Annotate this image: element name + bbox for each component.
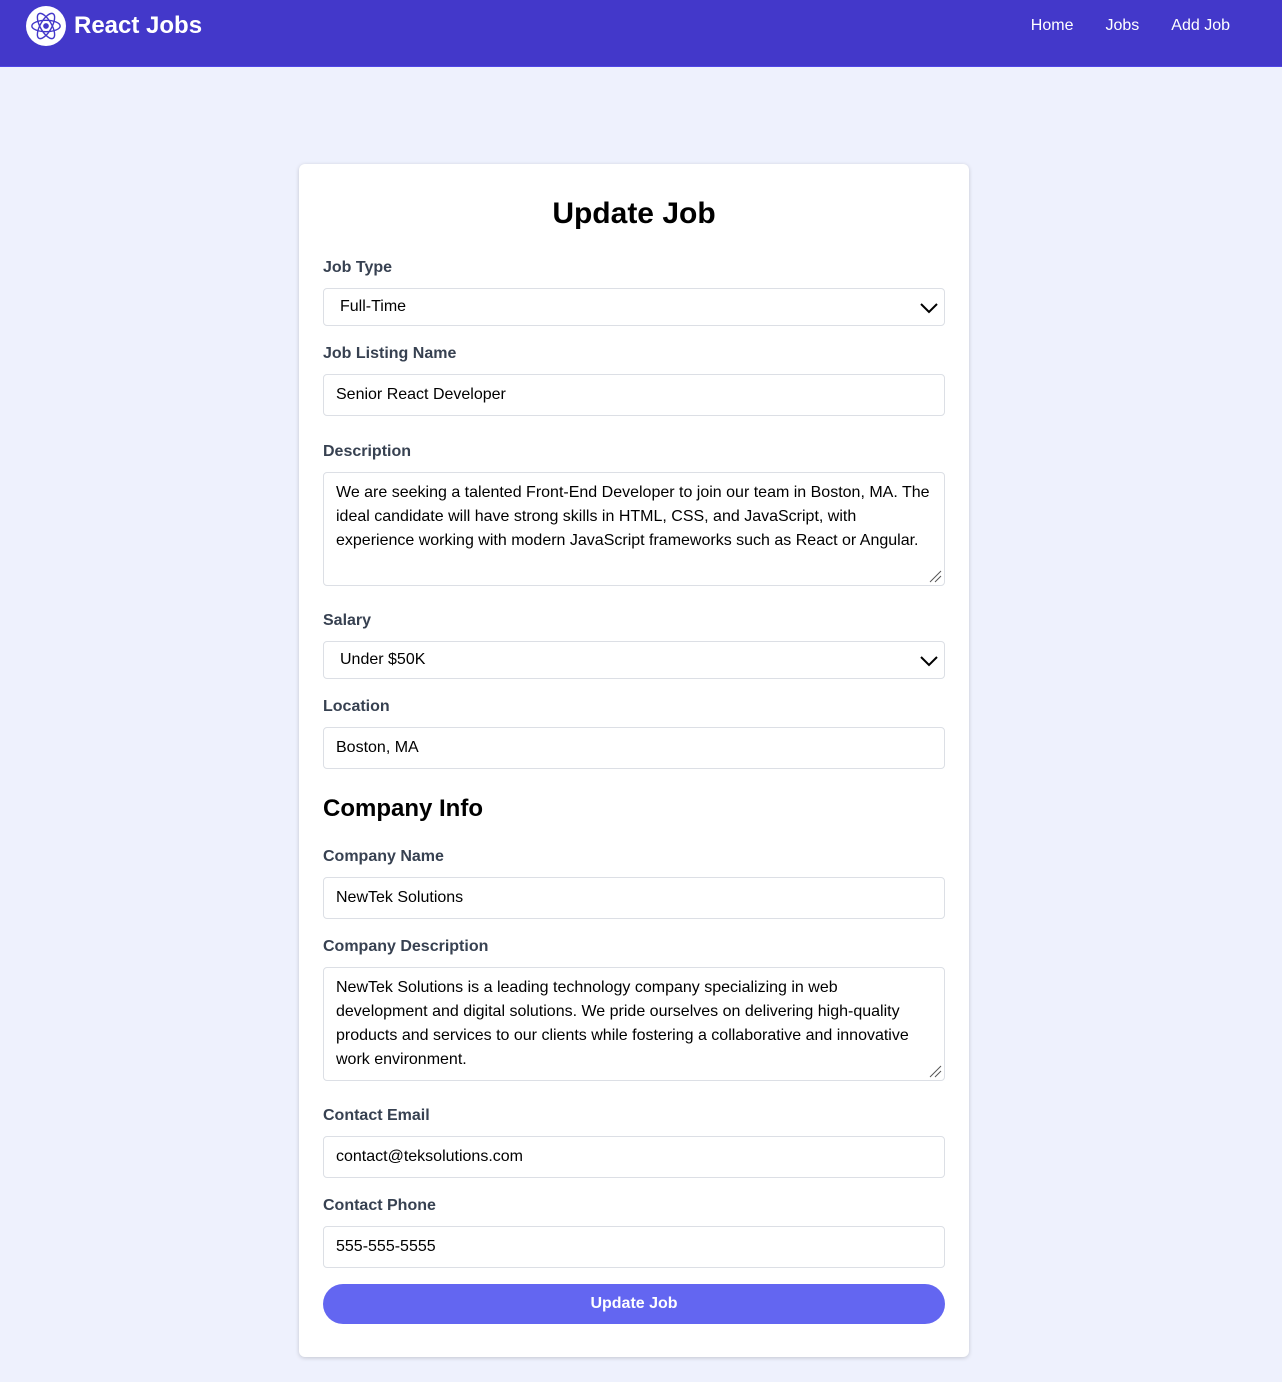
update-job-button[interactable]: Update Job bbox=[323, 1284, 945, 1324]
brand-name: React Jobs bbox=[74, 12, 203, 39]
salary-label: Salary bbox=[323, 612, 372, 629]
company-info-heading: Company Info bbox=[323, 795, 483, 822]
react-logo-icon bbox=[26, 6, 66, 46]
listing-name-input[interactable]: Senior React Developer bbox=[323, 374, 945, 416]
location-label: Location bbox=[323, 698, 390, 715]
chevron-down-icon bbox=[920, 303, 938, 314]
company-name-label: Company Name bbox=[323, 848, 444, 865]
description-textarea[interactable]: We are seeking a talented Front-End Deve… bbox=[323, 472, 945, 586]
resize-handle-icon[interactable] bbox=[928, 569, 942, 583]
contact-phone-input[interactable]: 555-555-5555 bbox=[323, 1226, 945, 1268]
job-type-label: Job Type bbox=[323, 259, 393, 276]
description-label: Description bbox=[323, 443, 412, 460]
navbar: React Jobs Home Jobs Add Job bbox=[0, 0, 1282, 67]
resize-handle-icon[interactable] bbox=[928, 1064, 942, 1078]
contact-email-label: Contact Email bbox=[323, 1107, 430, 1124]
nav-link-home[interactable]: Home bbox=[1015, 14, 1090, 38]
update-job-form: Update Job Job Type Full-Time Job Listin… bbox=[299, 164, 969, 1357]
contact-email-input[interactable]: contact@teksolutions.com bbox=[323, 1136, 945, 1178]
company-description-label: Company Description bbox=[323, 938, 489, 955]
salary-value: Under $50K bbox=[340, 651, 426, 668]
nav-links: Home Jobs Add Job bbox=[1015, 14, 1246, 38]
form-title: Update Job bbox=[552, 197, 716, 230]
location-input[interactable]: Boston, MA bbox=[323, 727, 945, 769]
company-description-textarea[interactable]: NewTek Solutions is a leading technology… bbox=[323, 967, 945, 1081]
salary-select[interactable]: Under $50K bbox=[323, 641, 945, 679]
nav-link-jobs[interactable]: Jobs bbox=[1089, 14, 1155, 38]
company-description-text: NewTek Solutions is a leading technology… bbox=[336, 979, 909, 1068]
description-text: We are seeking a talented Front-End Deve… bbox=[336, 484, 930, 549]
brand-link[interactable]: React Jobs bbox=[26, 6, 202, 46]
nav-link-add-job[interactable]: Add Job bbox=[1155, 14, 1246, 38]
company-name-input[interactable]: NewTek Solutions bbox=[323, 877, 945, 919]
job-type-select[interactable]: Full-Time bbox=[323, 288, 945, 326]
job-type-value: Full-Time bbox=[340, 298, 407, 315]
contact-phone-label: Contact Phone bbox=[323, 1197, 436, 1214]
listing-name-label: Job Listing Name bbox=[323, 345, 457, 362]
chevron-down-icon bbox=[920, 656, 938, 667]
